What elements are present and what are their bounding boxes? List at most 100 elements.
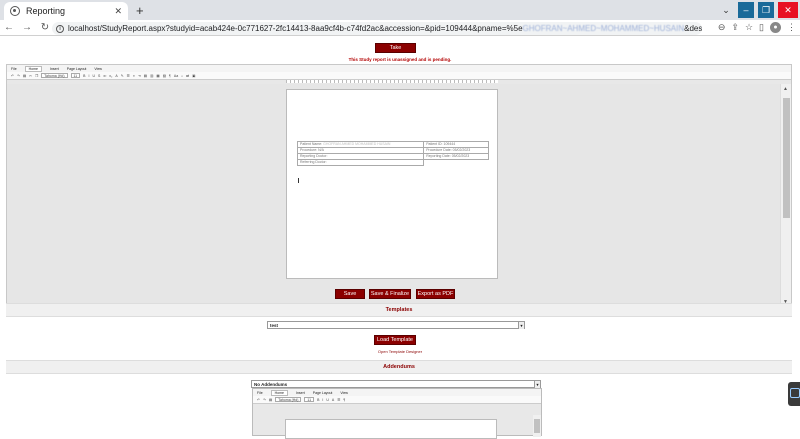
menu-icon[interactable]: ⋮ [787,22,796,33]
export-pdf-button[interactable]: Export as PDF [416,289,455,299]
align-left-icon[interactable]: ▤ [144,74,147,78]
save-finalize-button[interactable]: Save & Finalize [369,289,411,299]
find-icon[interactable]: ⌕ [181,74,183,78]
pilcrow-icon[interactable]: ¶ [343,398,345,402]
url-input[interactable]: i localhost/StudyReport.aspx?studyid=aca… [52,22,702,35]
browser-tab[interactable]: Reporting ✕ [4,2,128,20]
template-select[interactable]: test ▾ [267,321,525,329]
close-tab-icon[interactable]: ✕ [114,6,122,17]
quick-styles-icon[interactable]: Aa [174,74,178,78]
new-tab-icon[interactable]: + [136,3,144,18]
underline-icon[interactable]: U [326,398,329,402]
open-template-designer-link[interactable]: Open Template Designer [0,349,800,354]
ribbon-tab-page-layout[interactable]: Page Layout [67,67,87,71]
paste-icon[interactable]: ▤ [23,74,26,78]
back-icon[interactable]: ← [0,22,18,33]
copy-icon[interactable]: ❐ [35,74,38,78]
procedure-date-label: Procedure Date: [426,148,452,152]
profile-avatar[interactable]: ● [770,22,781,33]
font-name-select[interactable]: Tahoma (Hd) [275,397,302,402]
template-select-value: test [270,323,279,328]
sidebar-icon[interactable]: ▯ [759,22,764,33]
chevron-down-icon[interactable]: ▾ [518,322,524,329]
font-color-icon[interactable]: A [332,398,334,402]
url-blurred-name: GHOFRAN~AHMED~MOHAMMED~HUSAIN [522,24,685,33]
globe-icon [10,6,20,16]
undo-icon[interactable]: ↶ [11,74,14,78]
ribbon-tab-view[interactable]: View [340,391,348,395]
redo-icon[interactable]: ↷ [263,398,266,402]
load-template-button[interactable]: Load Template [374,335,416,345]
align-center-icon[interactable]: ▥ [150,74,153,78]
bold-icon[interactable]: B [317,398,319,402]
select-all-icon[interactable]: ▣ [192,74,195,78]
star-icon[interactable]: ☆ [745,22,753,33]
close-window-icon[interactable]: ✕ [778,2,798,18]
strikethrough-icon[interactable]: S [98,74,100,78]
redo-icon[interactable]: ↷ [17,74,20,78]
feedback-widget-icon[interactable] [788,382,800,406]
bullet-list-icon[interactable]: ☰ [127,74,130,78]
underline-icon[interactable]: U [92,74,95,78]
addendum-scrollbar[interactable] [533,415,541,437]
ribbon-tab-file[interactable]: File [11,67,17,71]
share-icon[interactable]: ⇪ [731,22,739,33]
ribbon-tab-insert[interactable]: Insert [50,67,59,71]
bold-icon[interactable]: B [83,74,85,78]
addendum-select-value: No Addendums [254,382,288,387]
chevron-down-icon[interactable]: ⌄ [718,2,734,18]
addendums-heading: Addendums [6,360,792,374]
ribbon-tabs: File Home Insert Page Layout View [7,65,791,72]
paste-icon[interactable]: ▤ [269,398,272,402]
window-controls: ⌄ – ❐ ✕ [716,0,800,20]
italic-icon[interactable]: I [322,398,323,402]
addendum-select[interactable]: No Addendums ▾ [251,380,541,388]
maximize-icon[interactable]: ❐ [758,2,774,18]
ribbon-tab-home[interactable]: Home [270,389,288,396]
subscript-icon[interactable]: x₂ [109,74,112,78]
report-page[interactable]: Patient Name: GHOFRAN AHMED MOHAMMED HUS… [286,89,498,279]
addendum-ribbon-tabs: File Home Insert Page Layout View [253,389,541,396]
browser-tabbar: Reporting ✕ + ⌄ – ❐ ✕ [0,0,800,20]
take-ownership-button[interactable]: Take Ownership [375,43,416,60]
addendum-page[interactable] [285,419,497,439]
minimize-icon[interactable]: – [738,2,754,18]
info-icon[interactable]: i [56,24,64,33]
font-size-select[interactable]: 11 [304,397,315,402]
save-button[interactable]: Save [335,289,365,299]
superscript-icon[interactable]: x² [103,74,106,78]
indent-icon[interactable]: ⇥ [138,74,141,78]
replace-icon[interactable]: ⇄ [186,74,189,78]
bullet-list-icon[interactable]: ☰ [337,398,340,402]
reporting-date-label: Reporting Date: [426,154,451,158]
procedure-value: N/A [318,148,324,152]
number-list-icon[interactable]: ≡ [133,74,135,78]
pilcrow-icon[interactable]: ¶ [169,74,171,78]
scroll-up-icon[interactable]: ▲ [783,86,788,92]
highlight-icon[interactable]: ✎ [121,74,124,78]
undo-icon[interactable]: ↶ [257,398,260,402]
forward-icon[interactable]: → [18,22,36,33]
editor-scrollbar[interactable]: ▲ ▼ [780,84,791,307]
font-size-select[interactable]: 11 [70,73,81,78]
horizontal-ruler [286,80,498,83]
referring-doctor-cell[interactable]: Referring Doctor: [296,159,425,166]
justify-icon[interactable]: ▧ [163,74,166,78]
ribbon-tab-home[interactable]: Home [24,65,42,72]
italic-icon[interactable]: I [88,74,89,78]
patient-name-label: Patient Name: [300,142,323,146]
cut-icon[interactable]: ✂ [29,74,32,78]
pending-message: This Study report is unassigned and is p… [348,57,452,62]
scroll-thumb[interactable] [534,419,540,433]
zoom-icon[interactable]: ⊖ [718,22,726,33]
font-name-select[interactable]: Tahoma (Hd) [41,73,68,78]
chevron-down-icon[interactable]: ▾ [534,381,540,388]
font-color-icon[interactable]: A [115,74,117,78]
ribbon-tab-page-layout[interactable]: Page Layout [313,391,333,395]
ribbon-tab-insert[interactable]: Insert [296,391,305,395]
ribbon-tab-file[interactable]: File [257,391,263,395]
scroll-thumb[interactable] [783,98,790,218]
procedure-date-value: 05/02/2023 [452,148,471,152]
align-right-icon[interactable]: ▦ [156,74,159,78]
ribbon-tab-view[interactable]: View [94,67,102,71]
